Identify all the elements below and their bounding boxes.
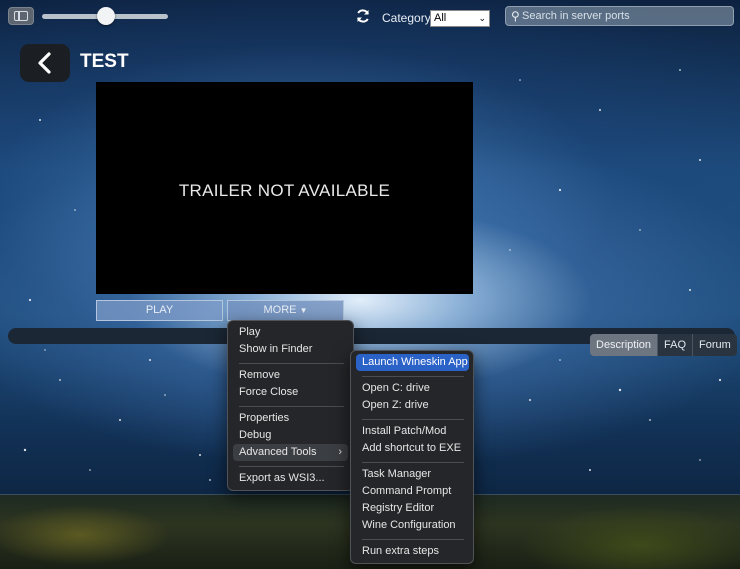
back-button[interactable] [20, 44, 70, 82]
submenu-item-launch-wineskin[interactable]: Launch Wineskin App [356, 354, 469, 371]
tab-description[interactable]: Description [590, 334, 659, 356]
submenu-item-wine-config[interactable]: Wine Configuration [356, 517, 469, 534]
more-button-label: MORE [263, 304, 297, 316]
menu-separator [362, 419, 464, 420]
category-select[interactable]: All ⌄ [430, 10, 490, 27]
menu-item-play[interactable]: Play [233, 324, 348, 341]
advanced-tools-submenu: Launch Wineskin App Open C: drive Open Z… [350, 350, 474, 564]
menu-separator [362, 376, 464, 377]
chevron-down-icon: ⌄ [478, 13, 486, 23]
menu-item-export[interactable]: Export as WSI3... [233, 470, 348, 487]
tab-forum[interactable]: Forum [693, 334, 737, 356]
category-label: Category: [382, 11, 435, 25]
caret-down-icon: ▼ [299, 306, 308, 315]
submenu-item-open-c[interactable]: Open C: drive [356, 380, 469, 397]
menu-separator [239, 363, 344, 364]
search-icon: ⚲ [511, 9, 520, 23]
context-menu: Play Show in Finder Remove Force Close P… [227, 320, 354, 491]
menu-item-force-close[interactable]: Force Close [233, 384, 348, 401]
menu-item-remove[interactable]: Remove [233, 367, 348, 384]
refresh-icon[interactable] [355, 8, 371, 24]
chevron-right-icon: › [338, 446, 342, 458]
zoom-slider-thumb[interactable] [97, 7, 115, 25]
menu-item-show-in-finder[interactable]: Show in Finder [233, 341, 348, 358]
menu-item-advanced-tools[interactable]: Advanced Tools › [233, 444, 348, 461]
menu-separator [362, 462, 464, 463]
chevron-left-icon [38, 52, 51, 74]
submenu-item-command-prompt[interactable]: Command Prompt [356, 483, 469, 500]
menu-separator [362, 539, 464, 540]
tab-faq[interactable]: FAQ [658, 334, 694, 356]
more-button[interactable]: MORE ▼ [227, 300, 344, 321]
menu-item-properties[interactable]: Properties [233, 410, 348, 427]
menu-separator [239, 466, 344, 467]
page-title: TEST [80, 51, 129, 72]
sidebar-toggle-icon[interactable] [8, 7, 34, 25]
menu-separator [239, 406, 344, 407]
menu-item-debug[interactable]: Debug [233, 427, 348, 444]
play-button[interactable]: PLAY [96, 300, 223, 321]
trailer-player: TRAILER NOT AVAILABLE [96, 82, 473, 294]
submenu-item-registry-editor[interactable]: Registry Editor [356, 500, 469, 517]
info-tabs: Description FAQ Forum [590, 334, 737, 356]
search-placeholder: Search in server ports [522, 10, 630, 22]
submenu-item-open-z[interactable]: Open Z: drive [356, 397, 469, 414]
toolbar: Category: All ⌄ ⚲ Search in server ports [0, 0, 740, 33]
category-value: All [434, 12, 447, 24]
submenu-item-task-manager[interactable]: Task Manager [356, 466, 469, 483]
trailer-message: TRAILER NOT AVAILABLE [178, 181, 391, 200]
search-field[interactable]: ⚲ Search in server ports [505, 6, 734, 26]
submenu-item-run-extra[interactable]: Run extra steps [356, 543, 469, 560]
menu-item-advanced-tools-label: Advanced Tools [239, 446, 317, 458]
submenu-item-add-shortcut[interactable]: Add shortcut to EXE [356, 440, 469, 457]
submenu-item-install-patch[interactable]: Install Patch/Mod [356, 423, 469, 440]
